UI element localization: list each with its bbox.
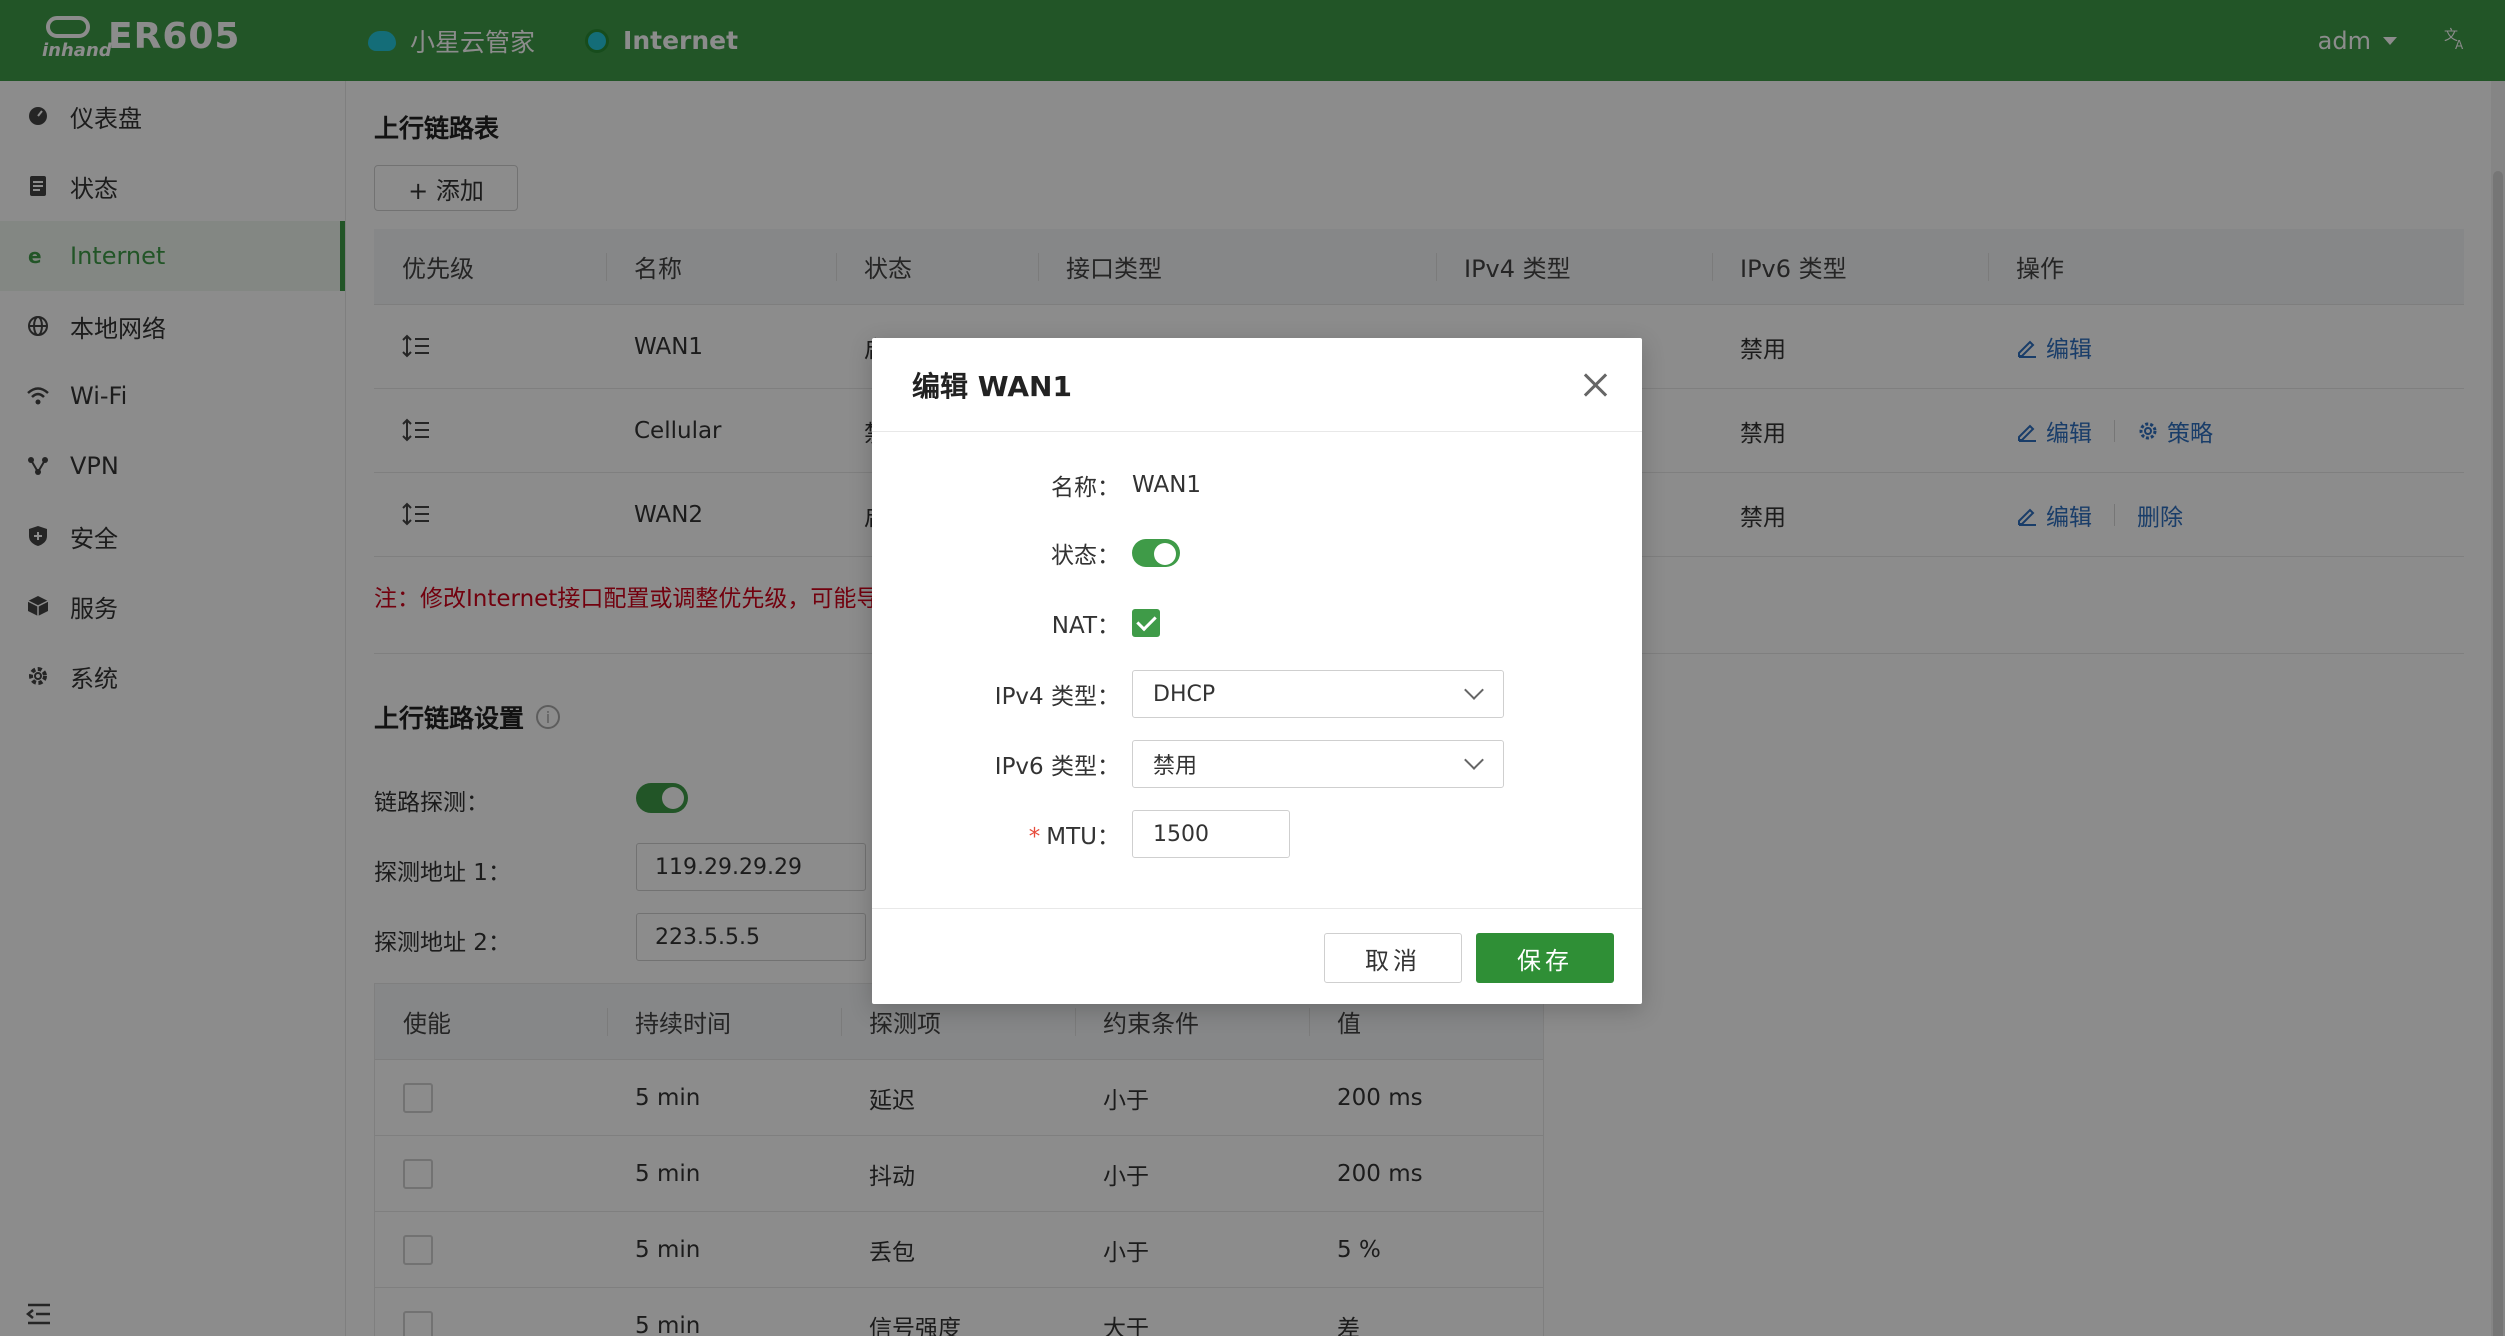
name-value: WAN1 [1132, 472, 1202, 498]
nat-label: NAT： [1051, 613, 1120, 639]
edit-wan1-dialog: 编辑 WAN1 名称： WAN1 状态： NAT： IPv4 类型： DHCP … [872, 338, 1642, 1004]
mtu-row: * MTU： 1500 [872, 810, 1642, 858]
chevron-down-icon [1464, 680, 1484, 700]
mtu-label: * MTU： [1028, 824, 1120, 850]
dialog-footer: 取消 保存 [872, 908, 1642, 1004]
save-button[interactable]: 保存 [1476, 933, 1614, 983]
ipv4-type-select[interactable]: DHCP [1132, 670, 1504, 718]
status-row: 状态： [872, 536, 1642, 570]
required-mark: * [1028, 824, 1041, 850]
name-row: 名称： WAN1 [872, 468, 1642, 502]
status-label: 状态： [1051, 543, 1120, 569]
close-icon[interactable] [1582, 372, 1608, 398]
dialog-title: 编辑 WAN1 [912, 369, 1072, 403]
chevron-down-icon [1464, 750, 1484, 770]
mtu-input[interactable]: 1500 [1132, 810, 1290, 858]
nat-checkbox[interactable] [1132, 609, 1160, 637]
ipv6-type-select[interactable]: 禁用 [1132, 740, 1504, 788]
ipv6-type-label: IPv6 类型： [994, 754, 1120, 780]
ipv6-row: IPv6 类型： 禁用 [872, 740, 1642, 788]
dialog-header: 编辑 WAN1 [872, 338, 1642, 432]
cancel-button[interactable]: 取消 [1324, 933, 1462, 983]
name-label: 名称： [1051, 475, 1120, 501]
ipv4-row: IPv4 类型： DHCP [872, 670, 1642, 718]
status-toggle[interactable] [1132, 539, 1180, 567]
nat-row: NAT： [872, 606, 1642, 640]
ipv4-type-label: IPv4 类型： [994, 684, 1120, 710]
